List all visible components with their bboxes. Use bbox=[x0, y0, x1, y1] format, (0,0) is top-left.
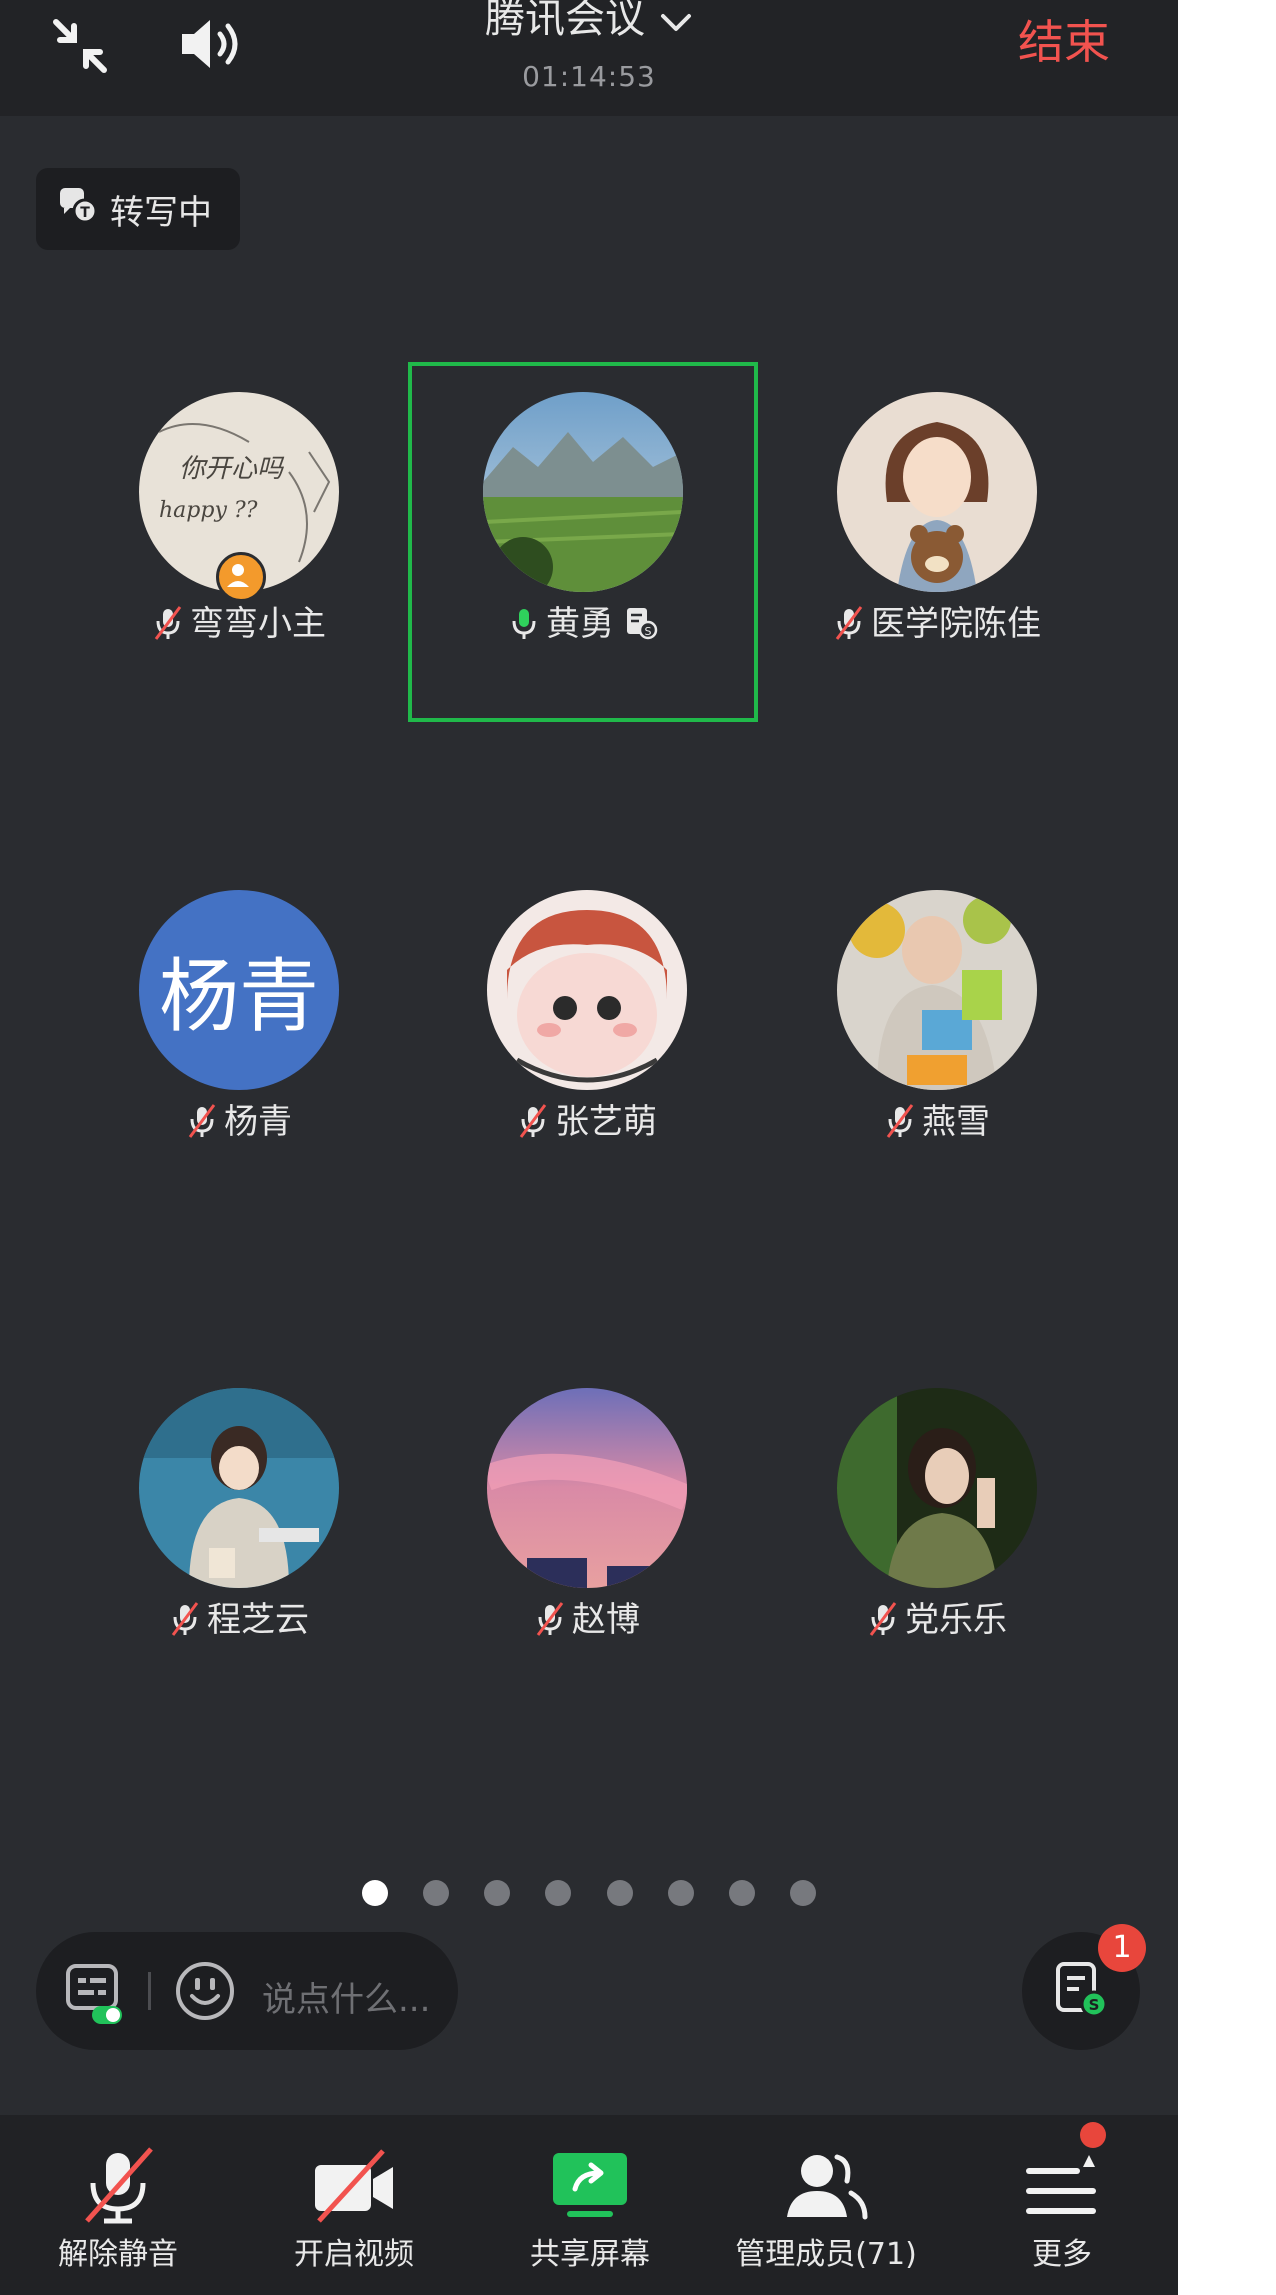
participant-tile[interactable]: 程芝云 bbox=[64, 1358, 414, 1718]
avatar bbox=[837, 890, 1037, 1090]
subtitle-toggle-icon[interactable] bbox=[64, 1962, 128, 2030]
notification-dot bbox=[1080, 2122, 1106, 2148]
top-bar: 腾讯会议 01:14:53 结束 bbox=[0, 0, 1178, 116]
avatar bbox=[483, 392, 683, 592]
more-label: 更多 bbox=[1032, 2237, 1092, 2272]
share-screen-label: 共享屏幕 bbox=[530, 2237, 650, 2272]
share-screen-button[interactable]: 共享屏幕 bbox=[472, 2115, 708, 2295]
document-icon: S bbox=[627, 607, 658, 639]
more-button[interactable]: 更多 bbox=[944, 2115, 1178, 2295]
mic-muted-icon bbox=[536, 1601, 564, 1636]
participant-tile[interactable]: 燕雪 bbox=[762, 860, 1112, 1220]
mic-muted-icon bbox=[171, 1601, 199, 1636]
divider bbox=[148, 1972, 151, 2010]
participant-name: 弯弯小主 bbox=[64, 600, 414, 648]
manage-members-label: 管理成员(71) bbox=[735, 2237, 917, 2272]
participant-tile[interactable]: 张艺萌 bbox=[412, 860, 762, 1220]
participant-name: 燕雪 bbox=[762, 1098, 1112, 1146]
page-dot[interactable] bbox=[789, 1880, 816, 1906]
transcribe-icon: T bbox=[36, 186, 110, 233]
mic-muted-icon bbox=[886, 1103, 914, 1138]
meeting-timer: 01:14:53 bbox=[522, 60, 656, 93]
participant-name: 党乐乐 bbox=[762, 1596, 1112, 1644]
page-dot[interactable] bbox=[606, 1880, 633, 1906]
participant-name: 杨青 bbox=[64, 1098, 414, 1146]
mic-muted-icon bbox=[154, 605, 182, 640]
mic-muted-icon bbox=[835, 605, 863, 640]
page-dot[interactable] bbox=[728, 1880, 755, 1906]
participant-tile[interactable]: 你开心吗 happy ?? 弯弯小主 bbox=[64, 362, 414, 722]
mic-muted-icon bbox=[188, 1103, 216, 1138]
text-avatar: 杨青 bbox=[139, 890, 339, 1090]
chat-input[interactable]: 说点什么... bbox=[262, 1972, 430, 2021]
page-dot[interactable] bbox=[423, 1880, 450, 1906]
avatar bbox=[837, 392, 1037, 592]
avatar bbox=[139, 1388, 339, 1588]
chat-bar[interactable]: 说点什么... bbox=[36, 1932, 458, 2050]
notes-icon: S bbox=[1054, 1960, 1110, 2024]
participant-name: 黄勇 S bbox=[412, 600, 754, 648]
unmute-button[interactable]: 解除静音 bbox=[0, 2115, 236, 2295]
svg-text:S: S bbox=[645, 625, 652, 638]
participant-tile[interactable]: 党乐乐 bbox=[762, 1358, 1112, 1718]
participant-tile[interactable]: 赵博 bbox=[412, 1358, 762, 1718]
participant-tile-active[interactable]: 黄勇 S bbox=[408, 362, 758, 722]
camera-off-icon bbox=[315, 2149, 393, 2223]
meeting-screen: 腾讯会议 01:14:53 结束 T 转写中 你开心吗 happy ?? 弯弯小… bbox=[0, 0, 1178, 2295]
host-badge-icon bbox=[216, 552, 266, 602]
page-dot[interactable] bbox=[667, 1880, 694, 1906]
meeting-title[interactable]: 腾讯会议 bbox=[0, 0, 1178, 46]
unmute-label: 解除静音 bbox=[58, 2237, 178, 2272]
svg-text:happy ??: happy ?? bbox=[159, 498, 258, 523]
start-video-button[interactable]: 开启视频 bbox=[236, 2115, 472, 2295]
meeting-title-text: 腾讯会议 bbox=[485, 0, 645, 42]
svg-text:T: T bbox=[80, 205, 90, 221]
mic-muted-icon bbox=[869, 1601, 897, 1636]
avatar bbox=[837, 1388, 1037, 1588]
notes-badge: 1 bbox=[1098, 1924, 1146, 1972]
participant-tile[interactable]: 医学院陈佳 bbox=[762, 362, 1112, 722]
avatar bbox=[487, 1388, 687, 1588]
mic-off-icon bbox=[85, 2147, 153, 2224]
transcribe-label: 转写中 bbox=[110, 192, 212, 233]
participant-name: 医学院陈佳 bbox=[762, 600, 1112, 648]
mic-muted-icon bbox=[519, 1103, 547, 1138]
more-menu-icon bbox=[1026, 2155, 1096, 2214]
manage-members-button[interactable]: 管理成员(71) bbox=[708, 2115, 944, 2295]
avatar bbox=[487, 890, 687, 1090]
page-dot[interactable] bbox=[545, 1880, 572, 1906]
svg-text:S: S bbox=[1089, 1996, 1100, 2014]
mic-speaking-icon bbox=[512, 608, 536, 639]
end-meeting-button[interactable]: 结束 bbox=[1018, 14, 1110, 70]
members-icon bbox=[787, 2154, 868, 2220]
participant-name: 赵博 bbox=[412, 1596, 762, 1644]
page-indicator[interactable] bbox=[0, 1880, 1178, 1910]
page-dot[interactable] bbox=[484, 1880, 511, 1906]
emoji-icon[interactable] bbox=[174, 1960, 236, 2026]
participant-name: 程芝云 bbox=[64, 1596, 414, 1644]
start-video-label: 开启视频 bbox=[294, 2237, 414, 2272]
transcribing-indicator[interactable]: T 转写中 bbox=[36, 168, 240, 250]
participant-tile[interactable]: 杨青 杨青 bbox=[64, 860, 414, 1220]
chevron-down-icon bbox=[659, 0, 693, 46]
avatar: 杨青 bbox=[139, 890, 339, 1090]
page-dot-active[interactable] bbox=[362, 1880, 389, 1906]
participant-name: 张艺萌 bbox=[412, 1098, 762, 1146]
share-screen-icon bbox=[553, 2153, 627, 2217]
bottom-toolbar: 解除静音 开启视频 共享屏幕 管理成员(71) 更多 bbox=[0, 2115, 1178, 2295]
svg-text:你开心吗: 你开心吗 bbox=[179, 454, 285, 484]
